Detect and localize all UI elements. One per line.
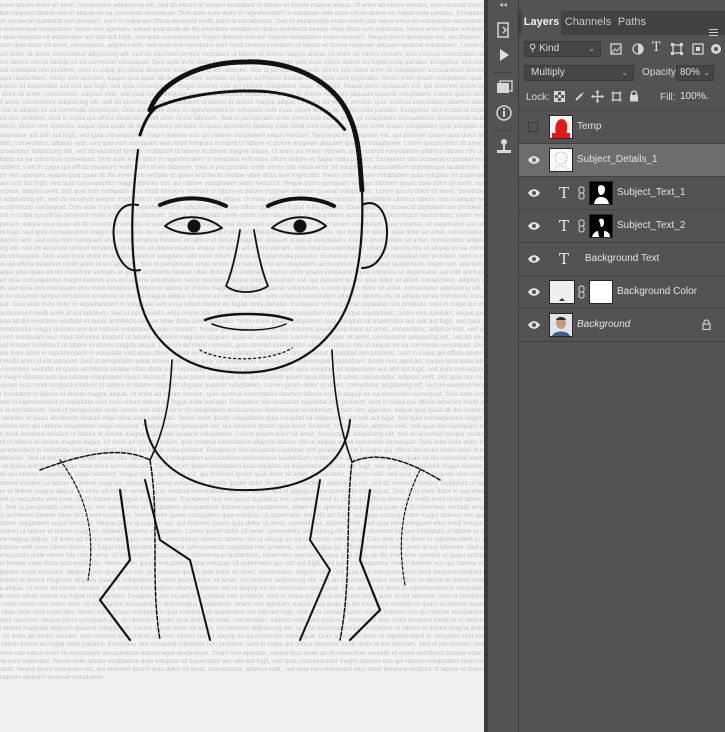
eye-icon[interactable] (527, 155, 541, 165)
visibility-toggle-off[interactable] (528, 122, 538, 132)
eye-icon[interactable] (527, 221, 541, 231)
layer-thumbnail (549, 148, 573, 172)
text-layer-icon: T (559, 217, 570, 235)
filter-smart-object-icon[interactable] (691, 42, 705, 56)
link-chain-icon[interactable] (578, 285, 585, 299)
history-icon[interactable] (494, 20, 514, 40)
layer-name[interactable]: Subject_Text_1 (617, 187, 685, 198)
layer-name[interactable]: Background (577, 319, 630, 330)
layer-row-temp[interactable]: Temp (519, 111, 725, 144)
link-chain-icon[interactable] (578, 219, 585, 233)
layer-mask-thumbnail[interactable] (589, 214, 613, 238)
layer-comps-icon[interactable] (494, 78, 514, 98)
fill-thumbnail[interactable] (549, 280, 575, 304)
eye-icon[interactable] (527, 188, 541, 198)
filter-kind-value: Kind (539, 43, 560, 54)
layer-name[interactable]: Subject_Text_2 (617, 220, 685, 231)
chevron-down-icon: ⌄ (703, 92, 710, 101)
filter-pixel-icon[interactable] (609, 42, 623, 56)
layer-name[interactable]: Background Text (585, 253, 659, 264)
layer-row-subject-details-1[interactable]: Subject_Details_1 (519, 144, 725, 177)
fill-field[interactable]: 100% ⌄ (676, 89, 714, 105)
collapse-arrows-icon[interactable]: ◂◂ (488, 0, 518, 10)
text-layer-icon: T (559, 250, 570, 268)
opacity-value: 80% (680, 67, 701, 78)
layer-row-background-text[interactable]: T Background Text (519, 243, 725, 276)
fill-label: Fill: (660, 92, 676, 103)
layer-name[interactable]: Temp (577, 121, 601, 132)
chevron-down-icon: ⌄ (588, 44, 595, 53)
tab-channels[interactable]: Channels (563, 11, 613, 35)
fill-value: 100% (680, 91, 706, 102)
lock-icon (702, 319, 711, 330)
properties-icon[interactable] (494, 136, 514, 156)
lock-artboard-icon[interactable] (611, 91, 622, 102)
lock-label: Lock: (526, 92, 550, 103)
layer-row-subject-text-1[interactable]: T Subject_Text_1 (519, 177, 725, 210)
document-canvas[interactable]: Lorem ipsum dolor sit amet, consectetur … (0, 0, 484, 732)
panel-tab-bar: Layers Channels Paths (519, 11, 725, 38)
link-chain-icon[interactable] (578, 186, 585, 200)
filter-type-icon[interactable]: T (652, 40, 661, 55)
chevron-down-icon: ⌄ (621, 68, 628, 77)
layer-mask-thumbnail[interactable] (589, 181, 613, 205)
eye-icon[interactable] (527, 287, 541, 297)
layer-mask-thumbnail[interactable] (589, 280, 613, 304)
layer-thumbnail (549, 115, 573, 139)
filter-kind-dropdown[interactable]: ⚲ Kind ⌄ (524, 41, 601, 57)
blend-mode-value: Multiply (531, 67, 565, 78)
opacity-field[interactable]: 80% ⌄ (676, 65, 714, 81)
search-icon: ⚲ (529, 43, 537, 54)
filter-shape-icon[interactable] (670, 42, 684, 56)
layer-name[interactable]: Subject_Details_1 (577, 154, 658, 165)
layer-row-background-color[interactable]: Background Color (519, 276, 725, 309)
tab-paths[interactable]: Paths (615, 11, 649, 35)
panel-menu-icon[interactable] (709, 29, 718, 38)
panel-icons-column: ◂◂ (488, 0, 519, 732)
lock-position-icon[interactable] (591, 90, 604, 103)
portrait-artwork (39, 59, 441, 642)
filter-adjustment-icon[interactable] (631, 42, 645, 56)
opacity-label: Opacity: (642, 67, 679, 78)
lock-transparent-pixels-icon[interactable] (554, 91, 565, 102)
chevron-down-icon: ⌄ (703, 68, 710, 77)
blend-mode-dropdown[interactable]: Multiply ⌄ (524, 65, 634, 81)
text-layer-icon: T (559, 184, 570, 202)
lock-image-pixels-icon[interactable] (574, 91, 585, 102)
layer-row-subject-text-2[interactable]: T Subject_Text_2 (519, 210, 725, 243)
play-action-icon[interactable] (494, 45, 514, 65)
tab-layers[interactable]: Layers (522, 11, 561, 35)
layer-thumbnail (549, 313, 573, 337)
eye-icon[interactable] (527, 254, 541, 264)
lock-all-icon[interactable] (629, 90, 639, 102)
info-icon[interactable] (494, 103, 514, 123)
layers-panel: Layers Channels Paths ⚲ Kind ⌄ T Multipl… (519, 0, 725, 732)
eye-icon[interactable] (527, 320, 541, 330)
filter-toggle-icon[interactable] (710, 42, 722, 56)
layer-row-background[interactable]: Background (519, 309, 725, 342)
layer-name[interactable]: Background Color (617, 286, 697, 297)
